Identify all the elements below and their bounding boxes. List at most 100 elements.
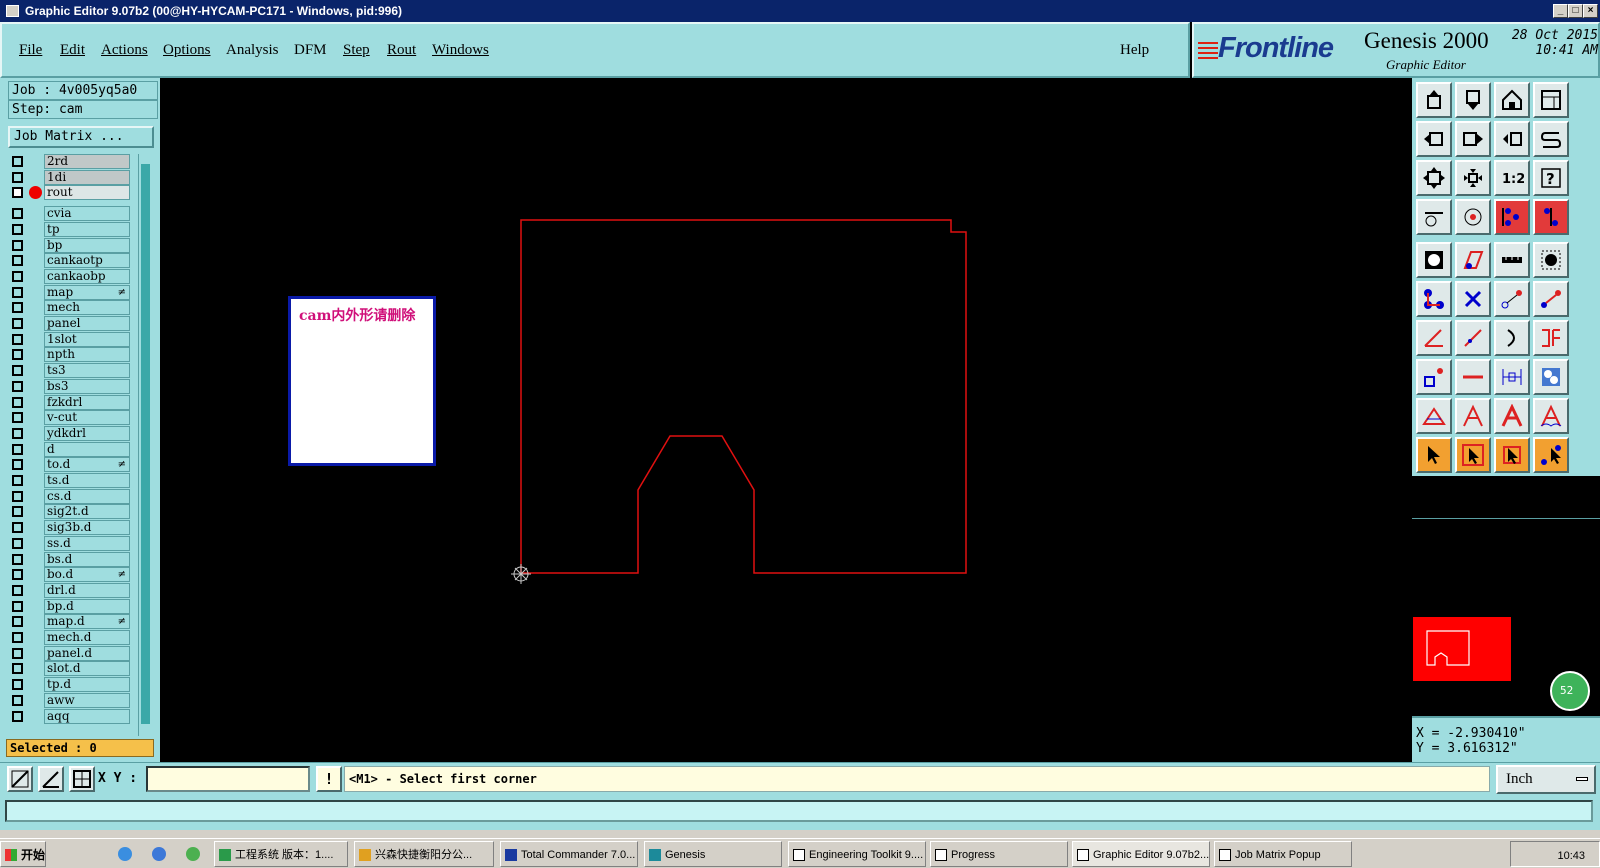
layer-name[interactable]: tp [44,221,130,237]
menu-edit[interactable]: Edit [60,42,85,59]
layer-name[interactable]: map ≠ [44,284,130,300]
diagonal-line-icon[interactable] [1455,320,1491,356]
text-a-wave-icon[interactable] [1533,398,1569,434]
layer-checkbox[interactable] [12,663,23,675]
text-a-up-icon[interactable] [1455,398,1491,434]
snap-center-icon[interactable] [1455,199,1491,235]
dimension-icon[interactable] [1494,359,1530,395]
parallel-lines-icon[interactable] [1533,320,1569,356]
layer-name[interactable]: mech.d [44,630,130,645]
layer-checkbox[interactable] [12,490,23,502]
menu-analysis[interactable]: Analysis [226,42,279,59]
home-icon[interactable] [1494,82,1530,118]
layer-row-d[interactable]: d [8,441,130,457]
chrome-icon[interactable] [118,847,132,861]
layer-row-aqq[interactable]: aqq [8,708,130,724]
layer-checkbox[interactable] [12,600,23,612]
menu-actions[interactable]: Actions [101,42,148,59]
delete-node-icon[interactable] [1455,281,1491,317]
layer-checkbox[interactable] [12,270,23,282]
taskbar-item-engineering-system[interactable]: 工程系统 版本：1.... [214,841,348,867]
route-check-icon[interactable] [1533,199,1569,235]
layer-name[interactable]: 1slot [44,331,130,347]
menu-windows[interactable]: Windows [432,42,489,59]
layer-row-map-d[interactable]: map.d ≠ [8,614,130,630]
ruler-icon[interactable] [1494,242,1530,278]
app-quicklaunch-icon[interactable] [186,847,200,861]
layer-row-1di[interactable]: 1di [8,169,130,185]
layer-checkbox[interactable] [12,584,23,596]
move-down-icon[interactable] [1455,82,1491,118]
units-select[interactable]: Inch [1496,765,1596,794]
maximize-button[interactable]: □ [1568,4,1583,18]
layer-name[interactable]: ss.d [44,535,130,551]
layer-row-sig3b-d[interactable]: sig3b.d [8,520,130,536]
layer-checkbox[interactable] [12,239,23,251]
layer-checkbox[interactable] [12,380,23,392]
layer-name[interactable]: drl.d [44,582,130,598]
layer-name[interactable]: 2rd [44,154,130,169]
split-view-icon[interactable] [1494,121,1530,157]
menu-step[interactable]: Step [343,42,370,59]
layer-row-tp[interactable]: tp [8,221,130,237]
frame-icon[interactable] [1533,82,1569,118]
layer-checkbox[interactable] [12,427,23,439]
layer-row-map[interactable]: map ≠ [8,284,130,300]
menu-rout[interactable]: Rout [387,42,416,59]
layer-checkbox[interactable] [12,333,23,345]
text-a-outline-icon[interactable] [1416,398,1452,434]
taskbar-item-job-matrix[interactable]: Job Matrix Popup [1214,841,1352,867]
layer-checkbox[interactable] [12,412,23,424]
window-title-bar[interactable]: Graphic Editor 9.07b2 (00@HY-HYCAM-PC171… [0,0,1600,22]
layer-row-v-cut[interactable]: v-cut [8,410,130,426]
layer-row-ts3[interactable]: ts3 [8,363,130,379]
layer-checkbox[interactable] [12,443,23,455]
layer-row-mech-d[interactable]: mech.d [8,630,130,645]
redraw-icon[interactable] [1533,121,1569,157]
alert-icon[interactable]: ! [316,766,342,792]
move-right-icon[interactable] [1455,121,1491,157]
layer-checkbox[interactable] [12,553,23,565]
layer-name[interactable]: ts.d [44,473,130,488]
layer-name[interactable]: slot.d [44,661,130,677]
layer-checkbox[interactable] [12,679,23,691]
taskbar-item-genesis[interactable]: Genesis [644,841,782,867]
layer-name[interactable]: aqq [44,708,130,724]
snap-angle-icon[interactable] [38,766,64,792]
layer-checkbox[interactable] [12,616,23,628]
layer-row-bp-d[interactable]: bp.d [8,598,130,614]
layer-list-scrollbar[interactable] [138,154,152,736]
layer-checkbox[interactable] [12,537,23,549]
move-vertex-icon[interactable] [1494,281,1530,317]
layer-row-panel[interactable]: panel [8,316,130,331]
layer-name[interactable]: map.d ≠ [44,614,130,630]
layer-checkbox[interactable] [12,522,23,534]
circle-pad-icon[interactable] [1533,242,1569,278]
layer-checkbox[interactable] [12,647,23,659]
layer-name[interactable]: ydkdrl [44,425,130,441]
layer-row-rout[interactable]: rout [8,185,130,201]
horizontal-line-icon[interactable] [1455,359,1491,395]
layer-checkbox[interactable] [12,223,23,235]
layer-name[interactable]: rout [44,185,130,201]
layer-name[interactable]: panel.d [44,645,130,661]
overview-panel[interactable]: 52 [1412,518,1600,716]
snap-grid-icon[interactable] [7,766,33,792]
layer-checkbox[interactable] [12,349,23,361]
layer-row-drl-d[interactable]: drl.d [8,582,130,598]
layer-row-to-d[interactable]: to.d ≠ [8,457,130,473]
layer-checkbox[interactable] [12,506,23,518]
layer-name[interactable]: 1di [44,169,130,185]
group-shapes-icon[interactable] [1533,359,1569,395]
snap-box-icon[interactable] [69,766,95,792]
layer-row-panel-d[interactable]: panel.d [8,645,130,661]
layer-checkbox[interactable] [12,302,23,314]
layer-row-2rd[interactable]: 2rd [8,154,130,169]
overview-badge[interactable]: 52 [1550,671,1590,711]
layer-row-sig2t-d[interactable]: sig2t.d [8,504,130,520]
layer-checkbox[interactable] [12,318,23,329]
layer-row-ss-d[interactable]: ss.d [8,535,130,551]
surface-icon[interactable] [1455,242,1491,278]
layer-row-bp[interactable]: bp [8,237,130,253]
scale-1to2-icon[interactable]: 1:2 [1494,160,1530,196]
